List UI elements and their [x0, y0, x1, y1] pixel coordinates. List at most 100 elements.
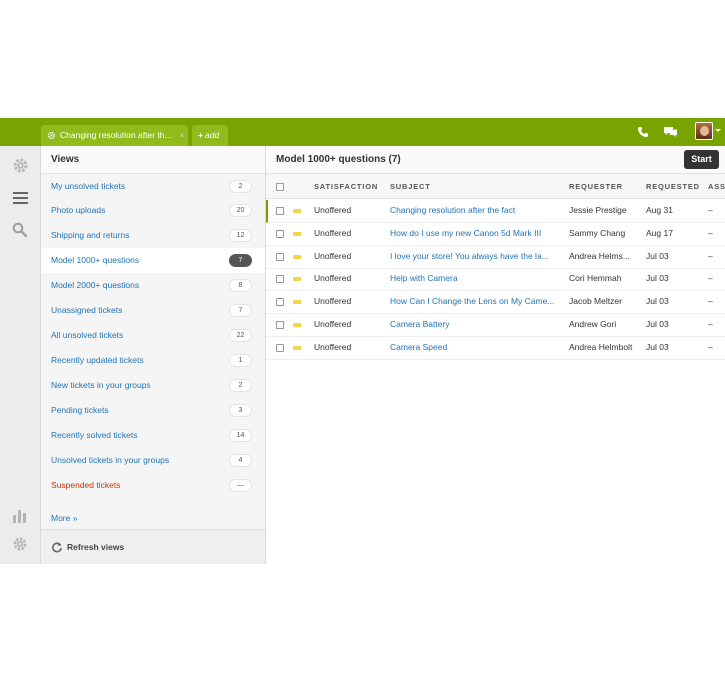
- view-item-my-unsolved[interactable]: My unsolved tickets 2: [41, 174, 265, 199]
- assignee-cell: –: [708, 273, 713, 283]
- view-item-label: Photo uploads: [51, 205, 106, 215]
- view-item-shipping-returns[interactable]: Shipping and returns 12: [41, 223, 265, 248]
- view-item-label: My unsolved tickets: [51, 181, 126, 191]
- subject-link[interactable]: Camera Battery: [390, 319, 562, 329]
- view-item-photo-uploads[interactable]: Photo uploads 20: [41, 198, 265, 223]
- select-all-checkbox[interactable]: [276, 183, 284, 191]
- view-item-label: Shipping and returns: [51, 230, 130, 240]
- view-item-label: Suspended tickets: [51, 480, 121, 490]
- view-count-badge: 2: [229, 180, 252, 193]
- add-tab-button[interactable]: + add: [192, 125, 228, 146]
- assignee-cell: –: [708, 205, 713, 215]
- row-checkbox[interactable]: [276, 275, 284, 283]
- view-count-badge: 12: [229, 229, 252, 242]
- subject-link[interactable]: Changing resolution after the fact: [390, 205, 562, 215]
- ticket-list-header: Model 1000+ questions (7) Start: [266, 146, 725, 174]
- refresh-views-button[interactable]: Refresh views: [41, 529, 265, 564]
- settings-icon[interactable]: [12, 536, 28, 552]
- view-item-suspended[interactable]: Suspended tickets —: [41, 473, 265, 498]
- view-item-unsolved-in-groups[interactable]: Unsolved tickets in your groups 4: [41, 448, 265, 473]
- table-row[interactable]: Unoffered Camera Battery Andrew Gori Jul…: [266, 314, 725, 337]
- satisfaction-cell: Unoffered: [314, 296, 352, 306]
- requester-cell: Sammy Chang: [569, 228, 626, 238]
- view-item-label: Unsolved tickets in your groups: [51, 455, 170, 465]
- view-count-badge: 2: [229, 379, 252, 392]
- ticket-tab-label: Changing resolution after th...: [60, 130, 172, 140]
- row-checkbox[interactable]: [276, 230, 284, 238]
- reports-icon[interactable]: [12, 508, 28, 524]
- view-count-badge: 4: [229, 454, 252, 467]
- ticket-tab[interactable]: Changing resolution after th... ×: [41, 125, 188, 146]
- column-header-requester[interactable]: REQUESTER: [569, 182, 623, 191]
- requested-cell: Jul 03: [646, 251, 669, 261]
- table-row[interactable]: Unoffered How do I use my new Canon 5d M…: [266, 223, 725, 246]
- view-count-badge: 3: [229, 404, 252, 417]
- gear-icon[interactable]: [12, 157, 29, 174]
- assignee-cell: –: [708, 296, 713, 306]
- subject-link[interactable]: Camera Speed: [390, 342, 562, 352]
- chat-icon[interactable]: [663, 126, 678, 138]
- column-header-satisfaction[interactable]: SATISFACTION: [314, 182, 378, 191]
- row-checkbox[interactable]: [276, 253, 284, 261]
- view-item-recently-solved[interactable]: Recently solved tickets 14: [41, 423, 265, 448]
- search-icon[interactable]: [12, 222, 28, 238]
- table-row[interactable]: Unoffered How Can I Change the Lens on M…: [266, 291, 725, 314]
- page-title: Model 1000+ questions (7): [276, 154, 401, 165]
- view-item-model-1000[interactable]: Model 1000+ questions 7: [41, 248, 265, 273]
- requested-cell: Aug 17: [646, 228, 673, 238]
- left-rail: [0, 146, 41, 564]
- start-button[interactable]: Start: [684, 150, 719, 169]
- requested-cell: Aug 31: [646, 205, 673, 215]
- column-header-assignee[interactable]: ASS: [708, 182, 725, 191]
- avatar[interactable]: [695, 122, 713, 140]
- close-tab-icon[interactable]: ×: [179, 125, 184, 146]
- view-item-model-2000[interactable]: Model 2000+ questions 8: [41, 273, 265, 298]
- row-checkbox[interactable]: [276, 207, 284, 215]
- subject-link[interactable]: I love your store! You always have the l…: [390, 251, 562, 261]
- view-item-label: Pending tickets: [51, 405, 109, 415]
- requested-cell: Jul 03: [646, 319, 669, 329]
- requester-cell: Jessie Prestige: [569, 205, 627, 215]
- subject-link[interactable]: How Can I Change the Lens on My Came...: [390, 296, 562, 306]
- phone-icon[interactable]: [637, 126, 649, 138]
- table-row[interactable]: Unoffered I love your store! You always …: [266, 246, 725, 269]
- assignee-cell: –: [708, 228, 713, 238]
- row-checkbox[interactable]: [276, 344, 284, 352]
- subject-link[interactable]: How do I use my new Canon 5d Mark III: [390, 228, 562, 238]
- view-item-label: Model 1000+ questions: [51, 255, 140, 265]
- views-heading: Views: [41, 146, 265, 174]
- column-header-requested[interactable]: REQUESTED: [646, 182, 700, 191]
- priority-indicator: [293, 255, 301, 259]
- plus-icon: +: [198, 130, 203, 140]
- more-views-link[interactable]: More »: [51, 513, 77, 523]
- view-count-badge: —: [229, 479, 252, 492]
- view-item-new-in-groups[interactable]: New tickets in your groups 2: [41, 373, 265, 398]
- menu-icon[interactable]: [12, 191, 29, 205]
- add-tab-label: add: [204, 130, 220, 140]
- view-count-badge: 22: [229, 329, 252, 342]
- subject-link[interactable]: Help with Camera: [390, 273, 562, 283]
- table-row[interactable]: Unoffered Help with Camera Cori Hemmah J…: [266, 268, 725, 291]
- priority-indicator: [293, 277, 301, 281]
- satisfaction-cell: Unoffered: [314, 342, 352, 352]
- view-item-label: Model 2000+ questions: [51, 280, 140, 290]
- requested-cell: Jul 03: [646, 342, 669, 352]
- requested-cell: Jul 03: [646, 273, 669, 283]
- requester-cell: Jacob Meltzer: [569, 296, 622, 306]
- ticket-list-panel: Model 1000+ questions (7) Start SATISFAC…: [266, 146, 725, 564]
- table-row[interactable]: Unoffered Changing resolution after the …: [266, 200, 725, 223]
- view-count-badge: 7: [229, 254, 252, 267]
- view-item-label: Recently updated tickets: [51, 355, 144, 365]
- row-checkbox[interactable]: [276, 298, 284, 306]
- view-count-badge: 8: [229, 279, 252, 292]
- view-item-label: Unassigned tickets: [51, 305, 123, 315]
- view-item-recently-updated[interactable]: Recently updated tickets 1: [41, 348, 265, 373]
- row-checkbox[interactable]: [276, 321, 284, 329]
- column-header-subject[interactable]: SUBJECT: [390, 182, 431, 191]
- assignee-cell: –: [708, 251, 713, 261]
- table-row[interactable]: Unoffered Camera Speed Andrea Helmbolt J…: [266, 337, 725, 360]
- chevron-down-icon[interactable]: [715, 129, 721, 132]
- view-item-unassigned[interactable]: Unassigned tickets 7: [41, 298, 265, 323]
- view-item-all-unsolved[interactable]: All unsolved tickets 22: [41, 323, 265, 348]
- view-item-pending[interactable]: Pending tickets 3: [41, 398, 265, 423]
